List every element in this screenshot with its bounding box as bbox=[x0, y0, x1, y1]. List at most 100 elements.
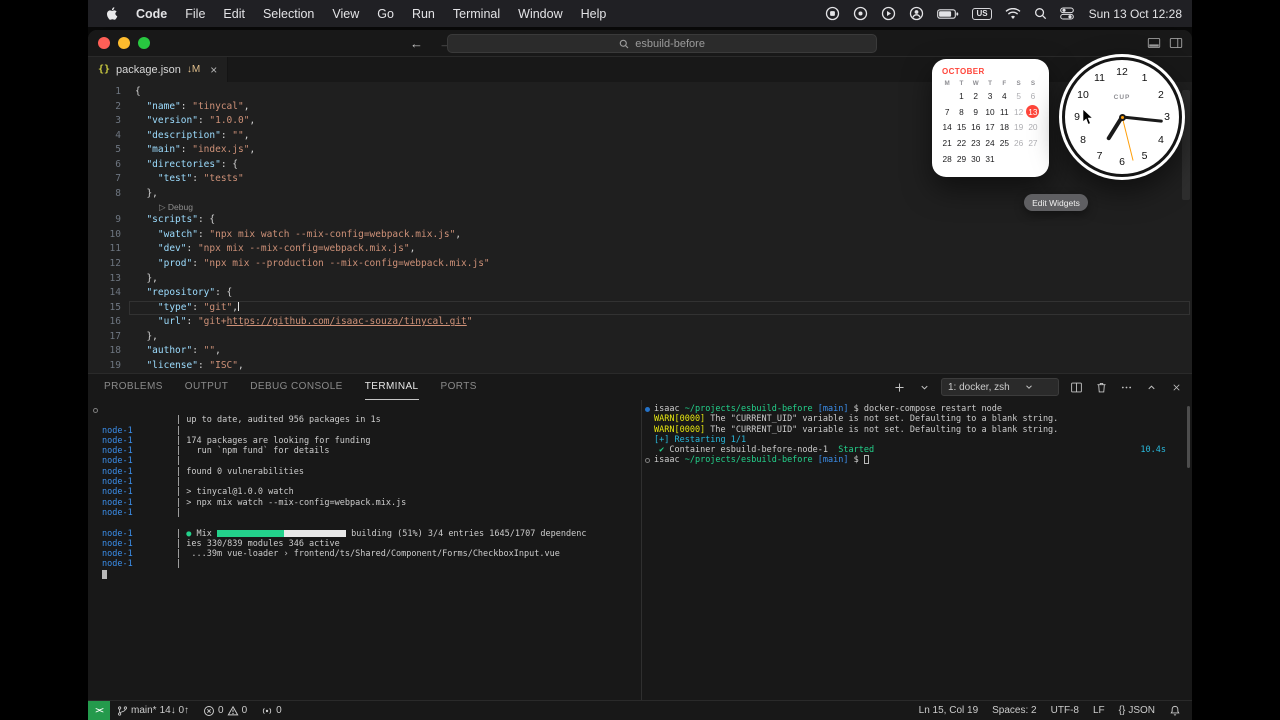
eol-indicator[interactable]: LF bbox=[1086, 705, 1112, 716]
indentation-indicator[interactable]: Spaces: 2 bbox=[985, 705, 1043, 716]
maximize-panel-icon[interactable] bbox=[1143, 379, 1159, 395]
circle-stop-icon[interactable] bbox=[825, 6, 840, 21]
code-line[interactable]: 18 "author": "", bbox=[88, 344, 1192, 359]
line-number[interactable]: 18 bbox=[88, 344, 121, 359]
branch-indicator[interactable]: main* 14↓ 0↑ bbox=[110, 701, 196, 720]
terminal-scrollbar[interactable] bbox=[1187, 406, 1190, 468]
menu-run[interactable]: Run bbox=[403, 7, 444, 21]
language-indicator[interactable]: {} JSON bbox=[1112, 705, 1162, 716]
close-panel-icon[interactable] bbox=[1168, 379, 1184, 395]
code-line[interactable]: 14 "repository": { bbox=[88, 286, 1192, 301]
code-line[interactable]: 9 "scripts": { bbox=[88, 213, 1192, 228]
wifi-icon[interactable] bbox=[1005, 7, 1021, 20]
encoding-indicator[interactable]: UTF-8 bbox=[1044, 705, 1086, 716]
code-line[interactable]: 12 "prod": "npx mix --production --mix-c… bbox=[88, 257, 1192, 272]
line-number[interactable]: 13 bbox=[88, 272, 121, 287]
circle-play-icon[interactable] bbox=[881, 6, 896, 21]
new-terminal-button[interactable] bbox=[891, 379, 907, 395]
code-line[interactable]: 19 "license": "ISC", bbox=[88, 359, 1192, 373]
command-decoration-icon[interactable] bbox=[93, 407, 98, 413]
terminal-line: node-1 | run `npm fund` for details bbox=[102, 446, 330, 457]
apple-menu[interactable] bbox=[98, 6, 127, 21]
back-icon[interactable]: ← bbox=[410, 36, 423, 51]
menu-selection[interactable]: Selection bbox=[254, 7, 323, 21]
clock-widget[interactable]: CUP 12 1 2 3 4 5 6 7 8 9 10 11 bbox=[1059, 54, 1185, 180]
minimize-window-button[interactable] bbox=[118, 37, 130, 49]
cursor-position-indicator[interactable]: Ln 15, Col 19 bbox=[912, 705, 986, 716]
line-number[interactable]: 2 bbox=[88, 100, 121, 115]
menu-terminal[interactable]: Terminal bbox=[444, 7, 509, 21]
line-number[interactable]: 7 bbox=[88, 172, 121, 187]
battery-icon[interactable] bbox=[937, 8, 959, 20]
customize-layout-icon[interactable] bbox=[1169, 36, 1183, 50]
panel-tab-problems[interactable]: PROBLEMS bbox=[104, 374, 163, 400]
ports-indicator[interactable]: 0 bbox=[254, 701, 289, 720]
terminal-right-pane[interactable]: isaac ~/projects/esbuild-before [main] $… bbox=[642, 400, 1192, 700]
circle-dot-icon[interactable] bbox=[853, 6, 868, 21]
line-number[interactable]: 14 bbox=[88, 286, 121, 301]
panel-tab-output[interactable]: OUTPUT bbox=[185, 374, 229, 400]
line-number[interactable]: 5 bbox=[88, 143, 121, 158]
command-center-search[interactable]: esbuild-before bbox=[447, 34, 878, 53]
panel-tab-ports[interactable]: PORTS bbox=[441, 374, 477, 400]
menu-file[interactable]: File bbox=[176, 7, 214, 21]
line-number[interactable]: 12 bbox=[88, 257, 121, 272]
panel-tab-terminal[interactable]: TERMINAL bbox=[364, 374, 419, 400]
code-line[interactable]: 17 }, bbox=[88, 330, 1192, 345]
menu-go[interactable]: Go bbox=[368, 7, 403, 21]
spotlight-search-icon[interactable] bbox=[1034, 7, 1047, 20]
remote-indicator[interactable]: >< bbox=[88, 701, 110, 720]
remote-icon: >< bbox=[95, 706, 103, 715]
menubar-clock[interactable]: Sun 13 Oct 12:28 bbox=[1089, 7, 1182, 21]
line-number[interactable]: 1 bbox=[88, 85, 121, 100]
menu-window[interactable]: Window bbox=[509, 7, 571, 21]
code-line[interactable]: 13 }, bbox=[88, 272, 1192, 287]
tab-close-icon[interactable]: × bbox=[210, 63, 217, 77]
line-number[interactable]: 8 bbox=[88, 187, 121, 202]
control-center-icon[interactable] bbox=[1059, 7, 1074, 20]
code-line[interactable]: 11 "dev": "npx mix --mix-config=webpack.… bbox=[88, 242, 1192, 257]
tab-package-json[interactable]: {} package.json ↓M × bbox=[88, 57, 229, 82]
command-decoration-icon[interactable] bbox=[645, 457, 650, 463]
more-actions-icon[interactable] bbox=[1118, 379, 1134, 395]
code-line[interactable]: 10 "watch": "npx mix watch --mix-config=… bbox=[88, 228, 1192, 243]
titlebar[interactable]: ← → esbuild-before bbox=[88, 30, 1192, 57]
menu-view[interactable]: View bbox=[323, 7, 368, 21]
menu-code[interactable]: Code bbox=[127, 7, 176, 21]
problems-indicator[interactable]: 0 0 bbox=[196, 701, 254, 720]
line-number[interactable]: 9 bbox=[88, 213, 121, 228]
toggle-panel-icon[interactable] bbox=[1147, 36, 1161, 50]
menubar-status: US Sun 13 Oct 12:28 bbox=[825, 6, 1182, 21]
close-window-button[interactable] bbox=[98, 37, 110, 49]
kill-terminal-icon[interactable] bbox=[1093, 379, 1109, 395]
calendar-day-empty bbox=[1026, 151, 1040, 167]
menu-help[interactable]: Help bbox=[572, 7, 616, 21]
terminal-picker[interactable]: 1: docker, zsh bbox=[941, 378, 1059, 396]
line-number[interactable]: 19 bbox=[88, 359, 121, 373]
notifications-bell[interactable] bbox=[1162, 704, 1188, 717]
split-terminal-icon[interactable] bbox=[1068, 379, 1084, 395]
code-line[interactable]: 15 "type": "git", bbox=[88, 300, 1192, 316]
line-number[interactable]: 3 bbox=[88, 114, 121, 129]
line-number[interactable]: 16 bbox=[88, 315, 121, 330]
line-number[interactable]: 10 bbox=[88, 228, 121, 243]
line-number[interactable]: 4 bbox=[88, 129, 121, 144]
edit-widgets-button[interactable]: Edit Widgets bbox=[1024, 194, 1088, 211]
terminal-left-pane[interactable]: | up to date, audited 956 packages in 1s… bbox=[88, 400, 641, 700]
new-terminal-dropdown-icon[interactable] bbox=[916, 379, 932, 395]
code-line[interactable]: 16 "url": "git+https://github.com/isaac-… bbox=[88, 315, 1192, 330]
zoom-window-button[interactable] bbox=[138, 37, 150, 49]
input-source-indicator[interactable]: US bbox=[972, 7, 992, 20]
line-number[interactable]: 17 bbox=[88, 330, 121, 345]
panel-tab-debug-console[interactable]: DEBUG CONSOLE bbox=[250, 374, 342, 400]
line-number[interactable]: 6 bbox=[88, 158, 121, 173]
error-count: 0 bbox=[218, 705, 224, 716]
menu-edit[interactable]: Edit bbox=[214, 7, 254, 21]
line-number[interactable]: 11 bbox=[88, 242, 121, 257]
calendar-day: 10 bbox=[985, 106, 995, 117]
command-decoration-icon[interactable] bbox=[645, 406, 650, 412]
line-number[interactable]: 15 bbox=[88, 301, 121, 316]
terminal-line: node-1 | found 0 vulnerabilities bbox=[102, 466, 304, 477]
calendar-widget[interactable]: OCTOBER MTWTFSS 1 2 3 4 5 6 7 8 9 10 11 12 13 14 15 16 1… bbox=[932, 59, 1049, 177]
user-circle-icon[interactable] bbox=[909, 6, 924, 21]
